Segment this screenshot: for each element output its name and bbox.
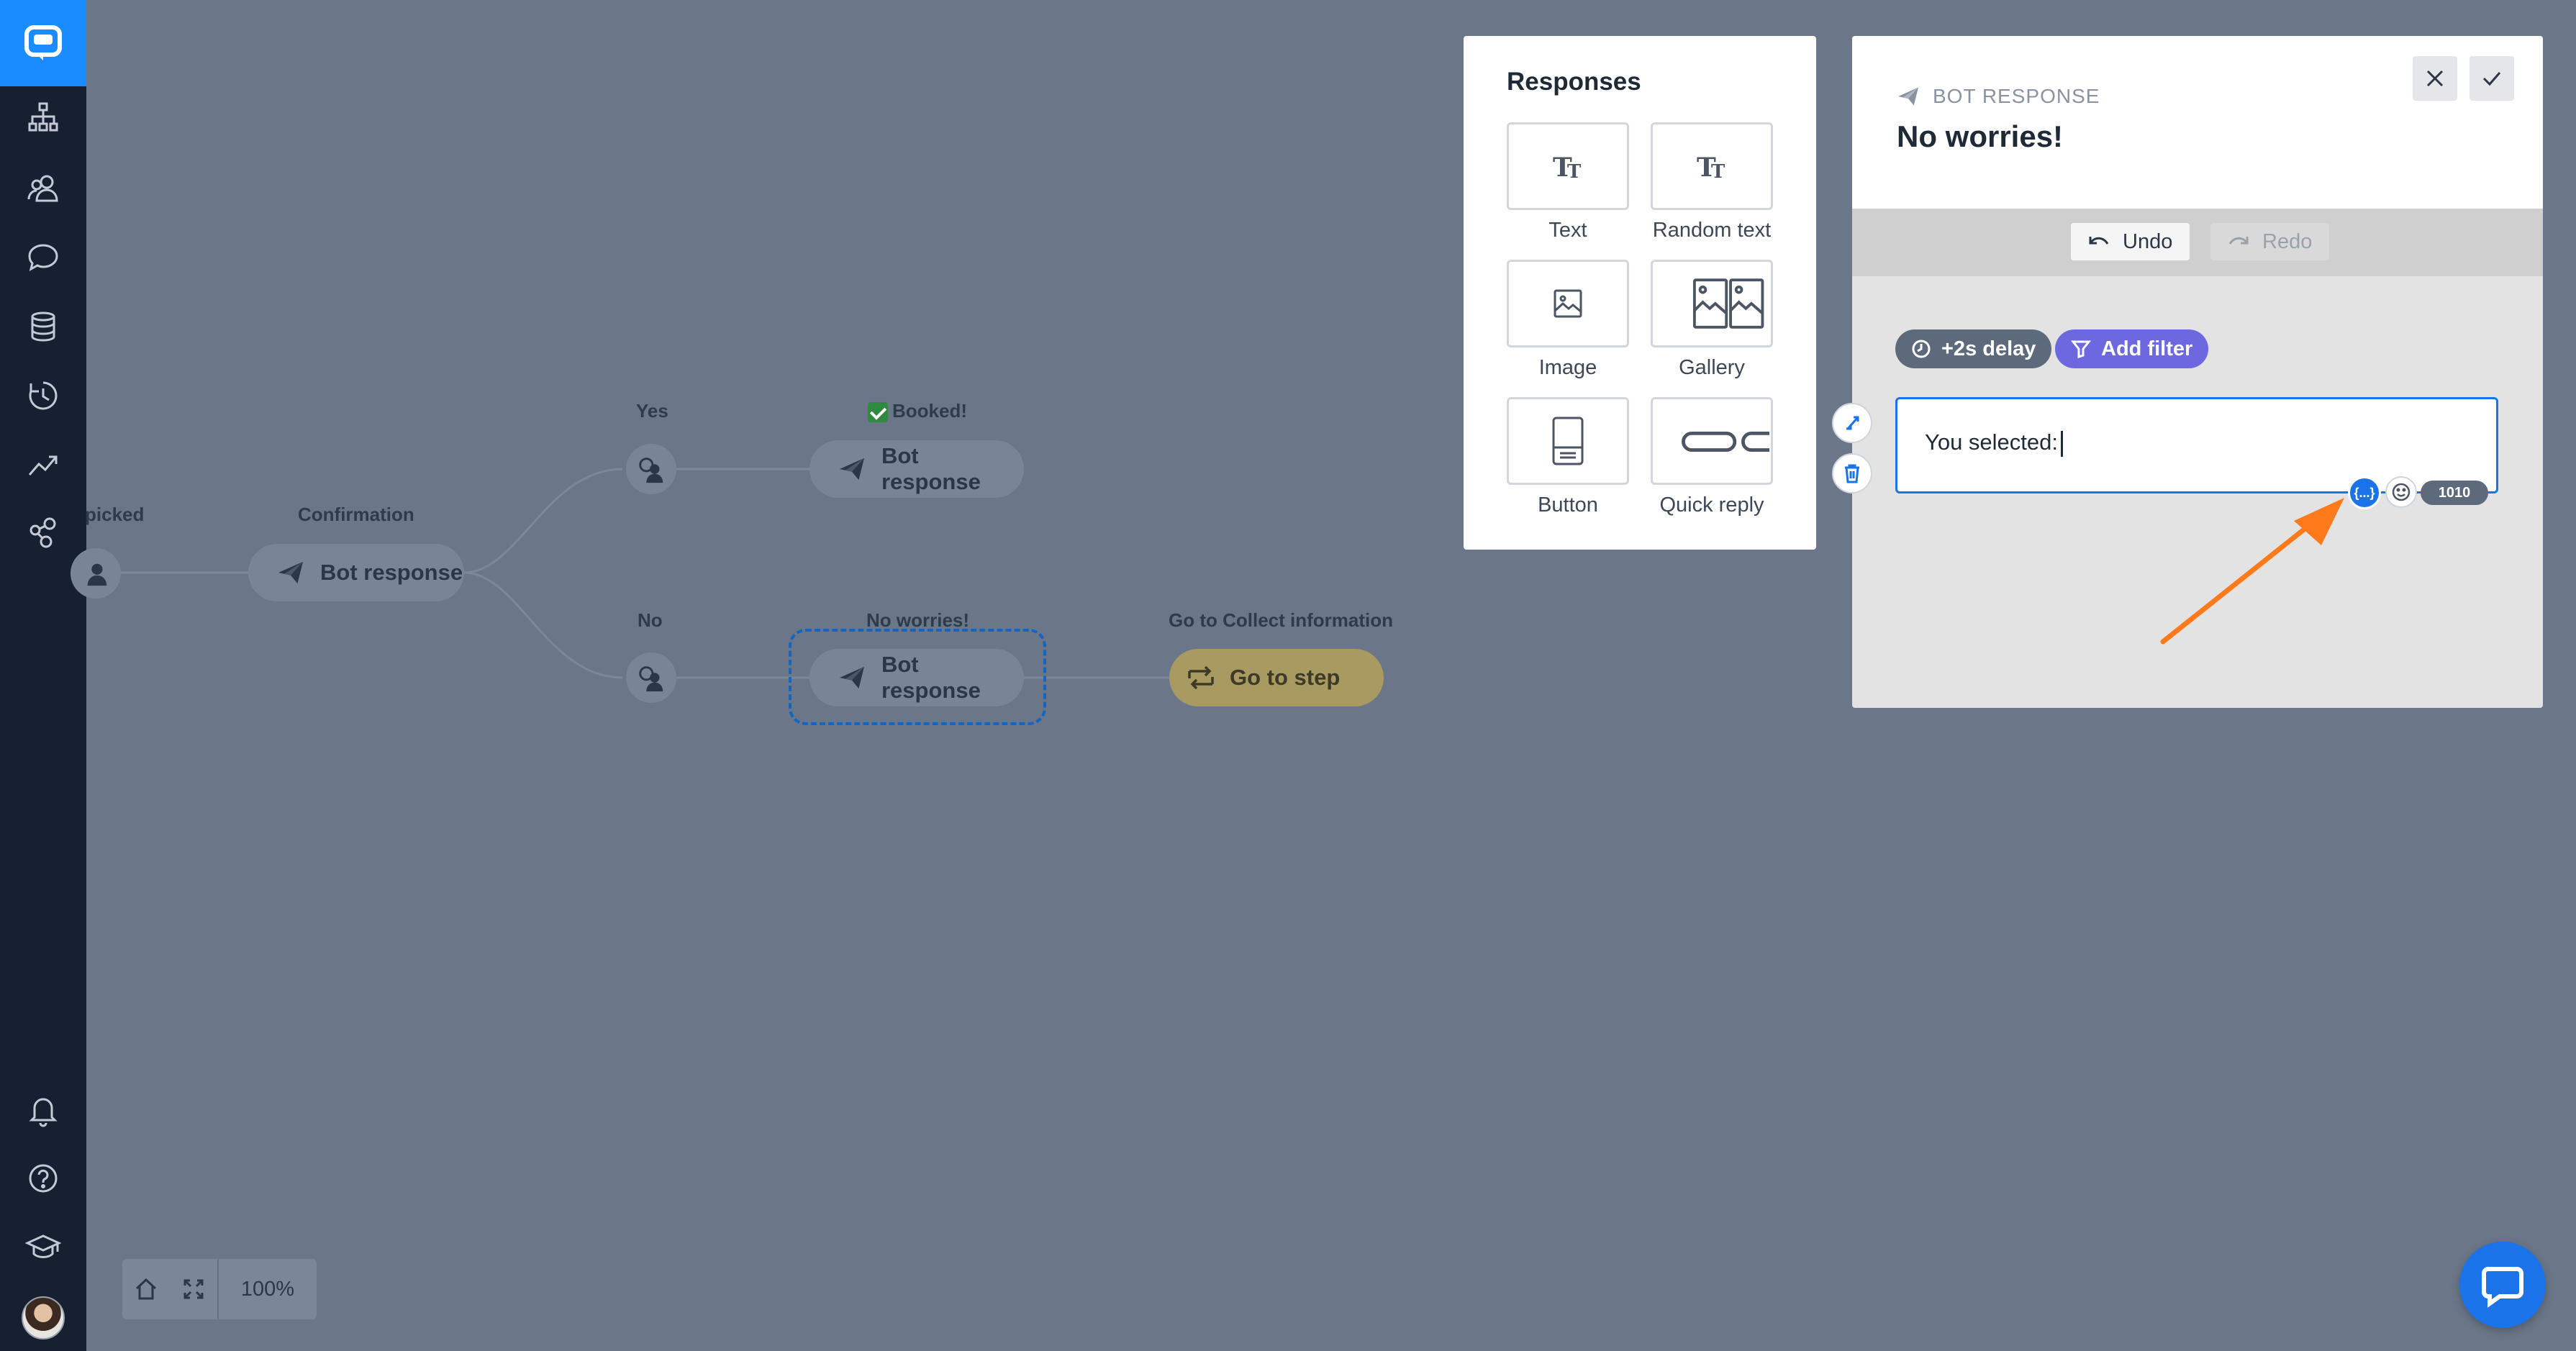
close-icon <box>2426 70 2444 87</box>
undo-button[interactable]: Undo <box>2071 223 2190 260</box>
bot-response-node-no-worries[interactable]: Bot response <box>809 649 1024 706</box>
check-icon <box>868 402 888 423</box>
randomize-icon[interactable] <box>1832 403 1872 443</box>
response-label: Button <box>1538 493 1598 517</box>
undo-icon <box>2089 237 2109 245</box>
gallery-icon <box>1651 260 1773 347</box>
chat-bubble-icon <box>2482 1267 2523 1308</box>
response-label: Image <box>1538 356 1597 379</box>
quick-reply-icon <box>1651 397 1773 485</box>
text-icon: TT <box>1507 122 1629 210</box>
editor-kind: BOT RESPONSE <box>1897 85 2100 108</box>
node-label: Bot response <box>881 443 981 494</box>
send-icon <box>839 666 864 689</box>
response-label: Text <box>1548 219 1587 242</box>
response-image[interactable]: Image <box>1507 260 1629 380</box>
svg-text:T: T <box>1711 161 1725 181</box>
delay-chip[interactable]: +2s delay <box>1895 329 2052 368</box>
user-input-node-left[interactable] <box>71 548 121 599</box>
flow-label-yes: Yes <box>636 400 668 422</box>
response-button[interactable]: Button <box>1507 397 1629 517</box>
user-input-node-no[interactable] <box>626 652 676 703</box>
zoom-level[interactable]: 100% <box>219 1278 317 1301</box>
send-icon <box>839 458 864 481</box>
annotation-arrow <box>2160 498 2344 645</box>
node-label: Bot response <box>320 560 463 585</box>
response-label: Random text <box>1652 219 1772 242</box>
character-counter: 1010 <box>2421 481 2488 505</box>
image-icon <box>1507 260 1629 347</box>
editor-header: BOT RESPONSE No worries! <box>1852 36 2543 209</box>
node-label: Bot response <box>881 652 981 703</box>
editor-title[interactable]: No worries! <box>1897 119 2063 154</box>
response-text[interactable]: TT Text <box>1507 122 1629 242</box>
zoom-controls: 100% <box>122 1259 317 1319</box>
response-gallery[interactable]: Gallery <box>1651 260 1773 380</box>
bell-icon[interactable] <box>22 1088 65 1132</box>
user-input-node-yes[interactable] <box>626 444 676 494</box>
close-button[interactable] <box>2413 56 2457 101</box>
go-to-step-icon <box>1188 665 1214 690</box>
trash-icon[interactable] <box>1832 453 1872 493</box>
response-random-text[interactable]: TT Random text <box>1651 122 1773 242</box>
confirm-button[interactable] <box>2470 56 2514 101</box>
home-icon[interactable] <box>122 1259 170 1319</box>
chat-widget-button[interactable] <box>2459 1242 2546 1328</box>
go-to-step-node[interactable]: Go to step <box>1169 649 1384 706</box>
add-filter-chip[interactable]: Add filter <box>2055 329 2209 368</box>
responses-title: Responses <box>1507 68 1641 96</box>
avatar[interactable] <box>22 1296 65 1339</box>
send-icon <box>1898 87 1918 106</box>
bot-response-node-booked[interactable]: Bot response <box>809 440 1024 498</box>
response-label: Quick reply <box>1659 493 1764 517</box>
response-quick-reply[interactable]: Quick reply <box>1651 397 1773 517</box>
help-icon[interactable] <box>22 1157 65 1200</box>
redo-button[interactable]: Redo <box>2210 223 2330 260</box>
svg-text:T: T <box>1567 161 1582 181</box>
redo-icon <box>2228 237 2249 245</box>
flow-label-goto: Go to Collect information <box>1169 609 1393 631</box>
filter-icon <box>2071 340 2091 359</box>
message-text: You selected: <box>1925 429 2059 455</box>
random-text-icon: TT <box>1651 122 1773 210</box>
flow-label-booked: Booked! <box>868 400 967 423</box>
clock-icon <box>1912 340 1931 358</box>
flow-label-no: No <box>638 609 663 631</box>
flow-label-picked: picked <box>85 504 145 525</box>
flow-label-confirmation: Confirmation <box>298 504 414 525</box>
check-icon <box>2482 72 2501 86</box>
bot-response-node-confirmation[interactable]: Bot response <box>248 544 464 601</box>
send-icon <box>278 561 303 584</box>
text-caret <box>2061 430 2064 457</box>
fit-screen-icon[interactable] <box>170 1259 217 1319</box>
undo-redo-toolbar: Undo Redo <box>1852 209 2543 276</box>
response-label: Gallery <box>1679 356 1745 379</box>
responses-panel: Responses TT Text TT Random text Image G… <box>1464 36 1816 550</box>
node-label: Go to step <box>1230 665 1341 690</box>
emoji-icon[interactable] <box>2385 476 2417 508</box>
button-icon <box>1507 397 1629 485</box>
academy-icon[interactable] <box>22 1225 65 1268</box>
